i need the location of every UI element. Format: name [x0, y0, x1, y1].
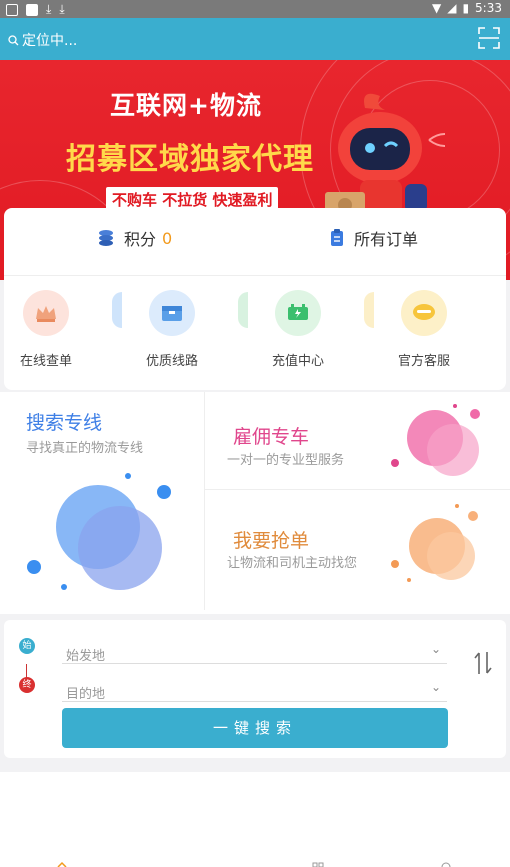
- download-icon: ⤓: [46, 2, 52, 16]
- origin-field[interactable]: 始发地 ⌄: [62, 628, 447, 664]
- status-time: 5:33: [475, 1, 502, 15]
- bubbles-blue-icon: [27, 473, 171, 590]
- search-icon: [8, 34, 19, 45]
- coins-icon: [99, 230, 113, 246]
- quick-menu: 在线查单 优质线路 充值中心 官方客服: [4, 290, 506, 380]
- grab-order-subtitle: 让物流和司机主动找您: [227, 556, 358, 571]
- points-entry[interactable]: 积分 0: [98, 226, 172, 250]
- grab-order-title: 我要抢单: [233, 530, 310, 552]
- account-card: 积分 0 所有订单 在线查单 优质线路 充值中心 官方客服: [4, 208, 506, 390]
- wifi-icon: ▼: [431, 1, 442, 15]
- status-system: ▼ ◢ ▮ 5:33: [432, 1, 502, 15]
- hire-car-subtitle: 一对一的专业型服务: [227, 453, 345, 468]
- bubbles-pink-icon: [391, 404, 480, 476]
- menu-item-customer-service[interactable]: 官方客服: [374, 290, 474, 369]
- route-search-panel: 始发地 ⌄ 目的地 ⌄ 一键搜索: [4, 620, 506, 758]
- hire-car-tile[interactable]: 雇佣专车 一对一的专业型服务: [205, 392, 510, 489]
- tab-grid-icon[interactable]: [312, 860, 324, 867]
- grab-order-tile[interactable]: 我要抢单 让物流和司机主动找您: [205, 490, 510, 610]
- feature-grid: 搜索专线 寻找真正的物流专线 雇佣专车 一对一的专业型服务 我要抢单 让物流和司…: [0, 392, 510, 614]
- crown-icon: [23, 290, 69, 336]
- tab-profile-icon[interactable]: [440, 860, 452, 867]
- battery-charge-icon: [275, 290, 321, 336]
- menu-item-recharge[interactable]: 充值中心: [248, 290, 348, 369]
- scan-icon[interactable]: [478, 27, 500, 49]
- signal-icon: ◢: [447, 1, 457, 15]
- location-button[interactable]: 定位中...: [8, 30, 77, 50]
- destination-field[interactable]: 目的地 ⌄: [62, 666, 447, 702]
- chevron-down-icon: ⌄: [430, 680, 441, 694]
- menu-item-label: 官方客服: [397, 354, 450, 369]
- search-line-tile[interactable]: 搜索专线 寻找真正的物流专线: [0, 392, 204, 610]
- clipboard-icon: [331, 229, 343, 246]
- destination-placeholder: 目的地: [66, 687, 106, 702]
- bottom-blank-area: [0, 772, 510, 867]
- download-icon-2: ⤓: [59, 2, 65, 16]
- one-click-search-button[interactable]: 一键搜索: [62, 708, 448, 748]
- box-icon: [149, 290, 195, 336]
- origin-placeholder: 始发地: [66, 649, 106, 664]
- hire-car-title: 雇佣专车: [233, 426, 310, 448]
- points-label: 积分: [124, 230, 157, 249]
- status-bar: ⤓ ⤓ ▼ ◢ ▮ 5:33: [0, 0, 510, 18]
- menu-item-label: 优质线路: [145, 354, 198, 369]
- destination-badge: 终: [19, 677, 35, 693]
- app-notification-icon: [26, 3, 38, 16]
- status-notifications: ⤓ ⤓: [6, 2, 65, 17]
- chat-icon: [401, 290, 447, 336]
- top-header: 定位中...: [0, 18, 510, 60]
- tab-home-icon[interactable]: [56, 860, 68, 867]
- bubbles-orange-icon: [391, 504, 478, 582]
- swap-icon[interactable]: [472, 650, 494, 676]
- menu-item-quality-routes[interactable]: 优质线路: [122, 290, 222, 369]
- gallery-notification-icon: [6, 3, 18, 16]
- all-orders-label: 所有订单: [354, 230, 419, 249]
- search-line-subtitle: 寻找真正的物流专线: [26, 441, 144, 456]
- location-text: 定位中...: [22, 33, 78, 49]
- menu-item-label: 充值中心: [271, 354, 324, 369]
- menu-item-online-query[interactable]: 在线查单: [0, 290, 96, 369]
- search-line-title: 搜索专线: [26, 412, 103, 434]
- points-value: 0: [162, 228, 173, 248]
- chevron-down-icon: ⌄: [430, 642, 441, 656]
- menu-item-label: 在线查单: [19, 354, 72, 369]
- origin-badge: 始: [19, 638, 35, 654]
- banner-slogan: 招募区域独家代理: [66, 142, 314, 177]
- banner-headline: 互联网+物流: [110, 91, 262, 120]
- battery-icon: ▮: [462, 1, 470, 15]
- account-row: 积分 0 所有订单: [4, 208, 506, 276]
- all-orders-entry[interactable]: 所有订单: [330, 226, 418, 250]
